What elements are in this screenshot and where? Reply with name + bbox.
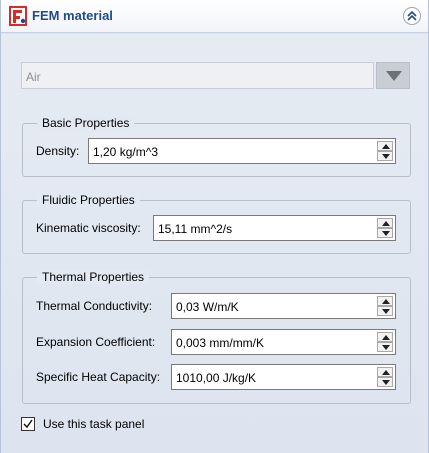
thermal-properties-title: Thermal Properties	[37, 270, 150, 284]
viscosity-value: 15,11 mm^2/s	[158, 222, 233, 236]
density-value: 1,20 kg/m^3	[93, 145, 158, 159]
conductivity-value: 0,03 W/m/K	[176, 300, 239, 314]
fluidic-properties-title: Fluidic Properties	[37, 193, 140, 207]
panel-title: FEM material	[32, 8, 113, 23]
conductivity-stepper[interactable]	[377, 296, 393, 316]
conductivity-step-up[interactable]	[377, 296, 393, 306]
density-step-down[interactable]	[377, 151, 393, 161]
arrow-down-icon	[382, 231, 390, 236]
conductivity-row: Thermal Conductivity: 0,03 W/m/K	[23, 293, 410, 319]
arrow-down-icon	[382, 309, 390, 314]
triangle-down-icon	[386, 71, 402, 81]
expansion-step-down[interactable]	[377, 342, 393, 352]
conductivity-step-down[interactable]	[377, 306, 393, 316]
conductivity-label: Thermal Conductivity:	[36, 299, 153, 313]
heat-capacity-label: Specific Heat Capacity:	[36, 370, 161, 384]
density-step-up[interactable]	[377, 141, 393, 151]
collapse-button[interactable]	[403, 7, 421, 25]
checkbox-box[interactable]	[21, 417, 35, 431]
material-select[interactable]: Air	[21, 62, 410, 89]
fem-workbench-icon	[9, 6, 27, 26]
arrow-up-icon	[382, 221, 390, 226]
chevron-up-icon	[407, 10, 417, 21]
arrow-up-icon	[382, 370, 390, 375]
density-stepper[interactable]	[377, 141, 393, 161]
density-row: Density: 1,20 kg/m^3	[23, 138, 410, 164]
heat-capacity-step-up[interactable]	[377, 367, 393, 377]
expansion-value: 0,003 mm/mm/K	[176, 336, 265, 350]
heat-capacity-value: 1010,00 J/kg/K	[176, 371, 257, 385]
expansion-row: Expansion Coefficient: 0,003 mm/mm/K	[23, 329, 410, 355]
conductivity-spinbox[interactable]: 0,03 W/m/K	[171, 293, 396, 319]
heat-capacity-stepper[interactable]	[377, 367, 393, 387]
material-select-field[interactable]: Air	[21, 62, 374, 89]
viscosity-stepper[interactable]	[377, 218, 393, 238]
basic-properties-title: Basic Properties	[37, 116, 135, 130]
viscosity-row: Kinematic viscosity: 15,11 mm^2/s	[23, 215, 410, 241]
viscosity-spinbox[interactable]: 15,11 mm^2/s	[153, 215, 396, 241]
use-task-panel-label: Use this task panel	[43, 417, 145, 431]
expansion-step-up[interactable]	[377, 332, 393, 342]
arrow-down-icon	[382, 345, 390, 350]
task-panel: FEM material Air Basic Properties Densit…	[0, 0, 429, 453]
heat-capacity-row: Specific Heat Capacity: 1010,00 J/kg/K	[23, 364, 410, 390]
use-task-panel-checkbox[interactable]: Use this task panel	[21, 416, 221, 432]
arrow-up-icon	[382, 144, 390, 149]
material-select-dropdown-button[interactable]	[376, 62, 410, 89]
heat-capacity-spinbox[interactable]: 1010,00 J/kg/K	[171, 364, 396, 390]
arrow-down-icon	[382, 154, 390, 159]
arrow-up-icon	[382, 335, 390, 340]
density-label: Density:	[36, 144, 80, 158]
checkmark-icon	[23, 419, 33, 429]
heat-capacity-step-down[interactable]	[377, 377, 393, 387]
fluidic-properties-group: Fluidic Properties Kinematic viscosity: …	[22, 193, 411, 254]
arrow-down-icon	[382, 380, 390, 385]
expansion-label: Expansion Coefficient:	[36, 335, 156, 349]
panel-header: FEM material	[1, 0, 428, 33]
viscosity-step-up[interactable]	[377, 218, 393, 228]
basic-properties-group: Basic Properties Density: 1,20 kg/m^3	[22, 116, 411, 177]
material-select-value: Air	[26, 70, 41, 84]
expansion-stepper[interactable]	[377, 332, 393, 352]
panel-body: Air Basic Properties Density: 1,20 kg/m^…	[1, 34, 428, 453]
expansion-spinbox[interactable]: 0,003 mm/mm/K	[171, 329, 396, 355]
viscosity-step-down[interactable]	[377, 228, 393, 238]
thermal-properties-group: Thermal Properties Thermal Conductivity:…	[22, 270, 411, 404]
viscosity-label: Kinematic viscosity:	[36, 221, 141, 235]
density-spinbox[interactable]: 1,20 kg/m^3	[88, 138, 396, 164]
arrow-up-icon	[382, 299, 390, 304]
